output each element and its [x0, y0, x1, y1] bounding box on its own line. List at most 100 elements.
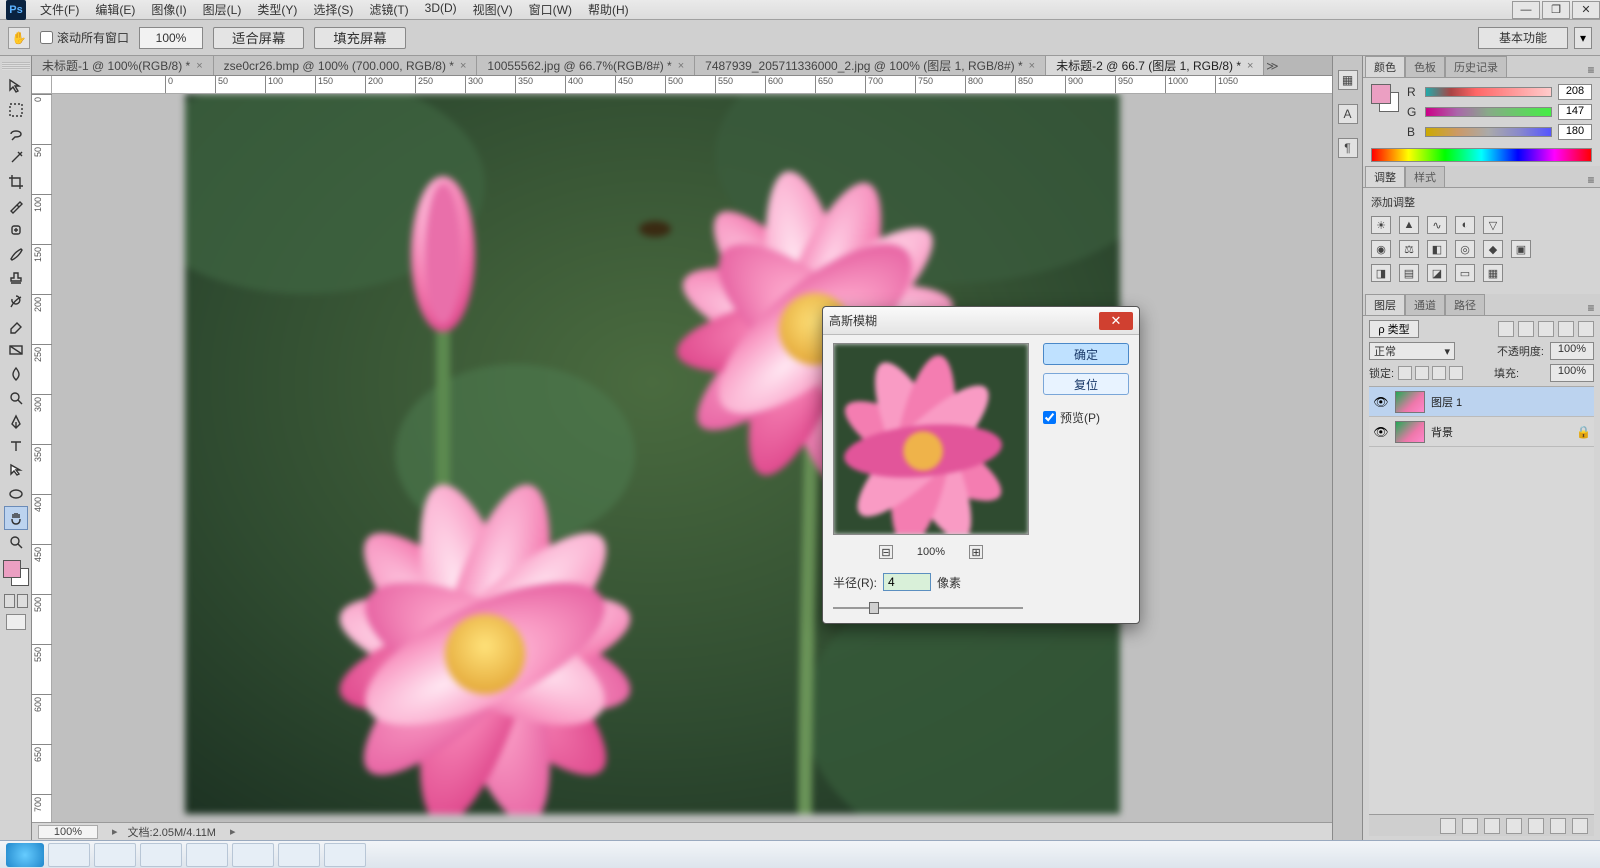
adj-mixer-icon[interactable]: ◆	[1483, 240, 1503, 258]
group-icon[interactable]	[1528, 818, 1544, 834]
tool-zoom[interactable]	[4, 530, 28, 554]
quickmask-toggle[interactable]	[4, 594, 28, 608]
r-slider[interactable]	[1425, 87, 1552, 97]
scroll-all-windows-input[interactable]	[40, 31, 53, 44]
radius-slider[interactable]	[833, 601, 1023, 615]
panel-menu-icon[interactable]: ≡	[1582, 173, 1600, 187]
close-icon[interactable]: ×	[1247, 60, 1253, 72]
tool-eyedropper[interactable]	[4, 194, 28, 218]
adj-photofilter-icon[interactable]: ◎	[1455, 240, 1475, 258]
adj-vibrance-icon[interactable]: ▽	[1483, 216, 1503, 234]
visibility-icon[interactable]: 👁	[1373, 394, 1389, 410]
zoom-out-button[interactable]: ⊟	[879, 545, 893, 559]
b-slider[interactable]	[1425, 127, 1552, 137]
g-slider[interactable]	[1425, 107, 1552, 117]
tabs-overflow-button[interactable]: ≫	[1264, 56, 1280, 75]
dialog-preview[interactable]	[833, 343, 1029, 535]
tool-hand[interactable]	[4, 506, 28, 530]
tool-history-brush[interactable]	[4, 290, 28, 314]
menu-image[interactable]: 图像(I)	[143, 0, 194, 20]
tool-gradient[interactable]	[4, 338, 28, 362]
zoom-in-button[interactable]: ⊞	[969, 545, 983, 559]
tab-layers[interactable]: 图层	[1365, 294, 1405, 315]
ruler-origin[interactable]	[32, 76, 52, 94]
tool-stamp[interactable]	[4, 266, 28, 290]
panel-menu-icon[interactable]: ≡	[1582, 63, 1600, 77]
fit-screen-button[interactable]: 适合屏幕	[213, 27, 304, 49]
adj-selcolor-icon[interactable]: ▦	[1483, 264, 1503, 282]
preview-checkbox[interactable]: 预览(P)	[1043, 409, 1129, 426]
layer-row[interactable]: 👁 背景 🔒	[1369, 417, 1594, 447]
horizontal-ruler[interactable]: 0501001502002503003504004505005506006507…	[52, 76, 1332, 94]
tab-channels[interactable]: 通道	[1405, 294, 1445, 315]
color-swatches[interactable]	[3, 560, 29, 586]
taskbar-item[interactable]	[48, 843, 90, 867]
adj-curves-icon[interactable]: ∿	[1427, 216, 1447, 234]
opacity-value[interactable]: 100%	[1550, 342, 1594, 360]
document-tab[interactable]: 10055562.jpg @ 66.7%(RGB/8#) *×	[477, 56, 695, 75]
tool-dodge[interactable]	[4, 386, 28, 410]
ok-button[interactable]: 确定	[1043, 343, 1129, 365]
window-close[interactable]: ✕	[1572, 1, 1600, 19]
tool-path[interactable]	[4, 458, 28, 482]
workspace-menu-button[interactable]: ▾	[1574, 27, 1592, 49]
layer-thumbnail[interactable]	[1395, 391, 1425, 413]
filter-adjust-icon[interactable]	[1518, 321, 1534, 337]
filter-smart-icon[interactable]	[1578, 321, 1594, 337]
tool-eraser[interactable]	[4, 314, 28, 338]
lock-trans-icon[interactable]	[1398, 366, 1412, 380]
tab-adjust[interactable]: 调整	[1365, 166, 1405, 187]
menu-window[interactable]: 窗口(W)	[521, 0, 580, 20]
taskbar-item[interactable]	[324, 843, 366, 867]
vertical-ruler[interactable]: 0501001502002503003504004505005506006507…	[32, 94, 52, 840]
hue-strip[interactable]	[1371, 148, 1592, 162]
link-layers-icon[interactable]	[1440, 818, 1456, 834]
dialog-header[interactable]: 高斯模糊 ✕	[823, 307, 1139, 335]
layer-thumbnail[interactable]	[1395, 421, 1425, 443]
menu-edit[interactable]: 编辑(E)	[87, 0, 143, 20]
screenmode-button[interactable]	[6, 614, 26, 630]
adj-bw-icon[interactable]: ◧	[1427, 240, 1447, 258]
layer-name[interactable]: 图层 1	[1431, 394, 1590, 410]
layer-name[interactable]: 背景	[1431, 424, 1570, 440]
adj-lookup-icon[interactable]: ▣	[1511, 240, 1531, 258]
new-layer-icon[interactable]	[1550, 818, 1566, 834]
taskbar-item[interactable]	[232, 843, 274, 867]
menu-3d[interactable]: 3D(D)	[417, 0, 465, 20]
tool-move[interactable]	[4, 74, 28, 98]
layer-row[interactable]: 👁 图层 1	[1369, 387, 1594, 417]
tab-history[interactable]: 历史记录	[1445, 56, 1507, 77]
workspace-selector[interactable]: 基本功能	[1478, 27, 1568, 49]
lock-all-icon[interactable]	[1449, 366, 1463, 380]
tool-blur[interactable]	[4, 362, 28, 386]
tab-color[interactable]: 颜色	[1365, 56, 1405, 77]
tool-brush[interactable]	[4, 242, 28, 266]
close-icon[interactable]: ×	[678, 60, 684, 72]
radius-input[interactable]	[883, 573, 931, 591]
tool-lasso[interactable]	[4, 122, 28, 146]
blend-mode-select[interactable]: 正常▾	[1369, 342, 1455, 360]
adj-invert-icon[interactable]: ◨	[1371, 264, 1391, 282]
toolbox-grip[interactable]	[2, 62, 30, 70]
panel-fg-swatch[interactable]	[1371, 84, 1391, 104]
statusbar-docinfo-menu[interactable]: ▸	[230, 825, 236, 838]
dock-icon[interactable]: ¶	[1338, 138, 1358, 158]
tool-shape[interactable]	[4, 482, 28, 506]
menu-type[interactable]: 类型(Y)	[249, 0, 305, 20]
menu-help[interactable]: 帮助(H)	[580, 0, 637, 20]
taskbar-item[interactable]	[186, 843, 228, 867]
preview-checkbox-input[interactable]	[1043, 411, 1056, 424]
slider-thumb[interactable]	[869, 602, 879, 614]
lock-position-icon[interactable]	[1432, 366, 1446, 380]
window-minimize[interactable]: —	[1512, 1, 1540, 19]
filter-pixel-icon[interactable]	[1498, 321, 1514, 337]
tool-pen[interactable]	[4, 410, 28, 434]
fx-icon[interactable]	[1462, 818, 1478, 834]
panel-menu-icon[interactable]: ≡	[1582, 301, 1600, 315]
menu-select[interactable]: 选择(S)	[305, 0, 361, 20]
layer-kind-filter[interactable]: ρ 类型	[1369, 320, 1419, 338]
start-button[interactable]	[6, 843, 44, 867]
tool-heal[interactable]	[4, 218, 28, 242]
tool-crop[interactable]	[4, 170, 28, 194]
menu-layer[interactable]: 图层(L)	[195, 0, 250, 20]
